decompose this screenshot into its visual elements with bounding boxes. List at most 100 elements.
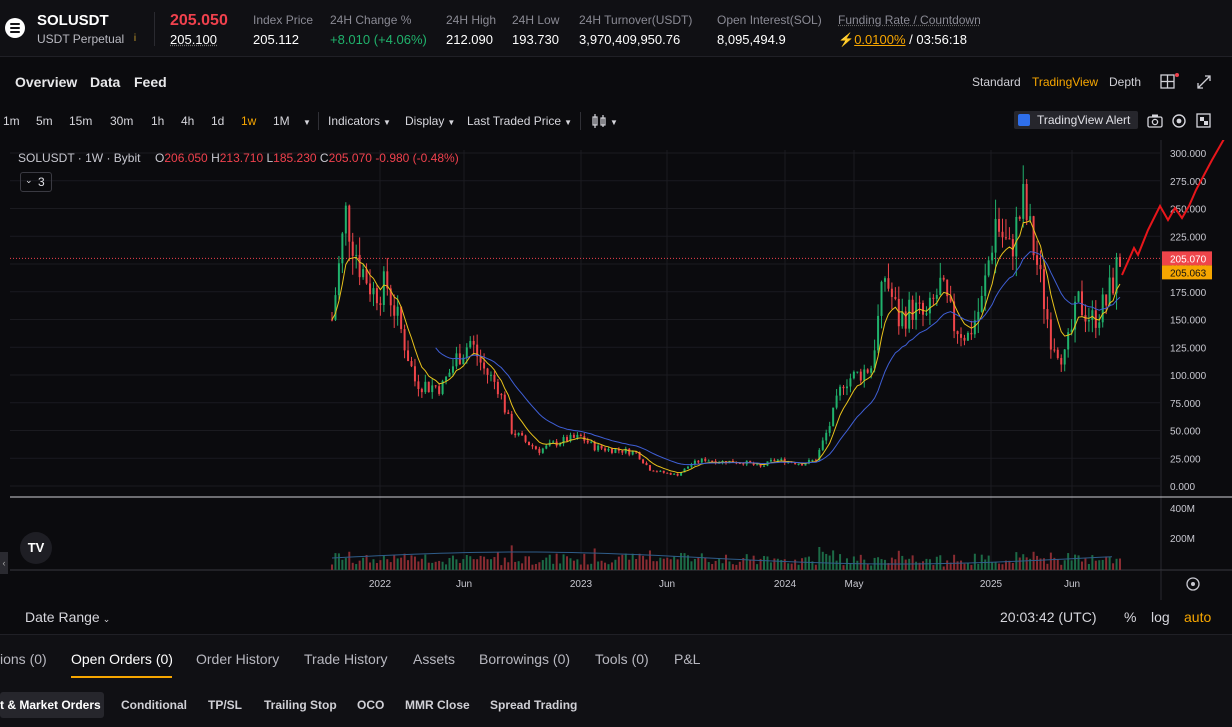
date-range-button[interactable]: Date Range ⌄ <box>25 609 110 625</box>
volume-bar <box>417 561 420 570</box>
percent-scale-toggle[interactable]: % <box>1124 609 1136 625</box>
candle-body <box>1036 255 1039 265</box>
timeframe-4h[interactable]: 4h <box>181 114 194 128</box>
volume-bar <box>977 563 980 570</box>
auto-scale-toggle[interactable]: auto <box>1184 609 1211 625</box>
layout-grid-icon[interactable] <box>1160 74 1176 90</box>
fullscreen-icon[interactable] <box>1196 74 1212 90</box>
volume-bar <box>956 561 959 570</box>
symbol-name[interactable]: SOLUSDT <box>37 12 109 29</box>
timeframe-15m[interactable]: 15m <box>69 114 92 128</box>
candle-body <box>614 449 617 453</box>
candle-body <box>887 278 890 289</box>
divider <box>154 12 155 46</box>
timeframe-1w[interactable]: 1w <box>241 114 256 128</box>
subtab-conditional[interactable]: Conditional <box>121 698 187 712</box>
view-standard[interactable]: Standard <box>972 75 1021 89</box>
timeframe-dropdown-icon[interactable]: ▼ <box>300 114 311 128</box>
volume-bar <box>721 563 724 570</box>
candle-body <box>642 459 645 464</box>
volume-bar <box>922 561 924 570</box>
timeframe-1h[interactable]: 1h <box>151 114 164 128</box>
candle-body <box>693 460 696 465</box>
volume-bar <box>579 564 582 570</box>
indicators-dropdown[interactable]: Indicators ▼ <box>328 114 391 128</box>
volume-bar <box>680 552 683 570</box>
volume-bar <box>489 559 492 570</box>
timeframe-30m[interactable]: 30m <box>110 114 133 128</box>
x-tick-label: Jun <box>456 579 472 590</box>
candle-body <box>472 340 475 345</box>
log-scale-toggle[interactable]: log <box>1151 609 1170 625</box>
tab-borrowings[interactable]: Borrowings (0) <box>479 651 570 667</box>
subtab-limit-market-orders[interactable]: t & Market Orders <box>0 692 104 718</box>
tab-positions[interactable]: ions (0) <box>0 651 47 667</box>
tab-open-orders[interactable]: Open Orders (0) <box>71 651 173 667</box>
mark-price[interactable]: 205.100 <box>170 32 217 47</box>
expand-icon[interactable] <box>1196 113 1212 129</box>
open-interest-label: Open Interest(SOL) <box>717 13 822 27</box>
tradingview-logo-icon[interactable]: TV <box>20 532 52 564</box>
tab-data[interactable]: Data <box>90 74 120 90</box>
timeframe-5m[interactable]: 5m <box>36 114 53 128</box>
tab-trade-history[interactable]: Trade History <box>304 651 388 667</box>
camera-icon[interactable] <box>1147 113 1163 128</box>
funding-label[interactable]: Funding Rate / Countdown <box>838 13 981 27</box>
tab-overview[interactable]: Overview <box>15 74 77 90</box>
timeframe-1d[interactable]: 1d <box>211 114 224 128</box>
volume-bar <box>479 555 482 570</box>
display-dropdown[interactable]: Display ▼ <box>405 114 455 128</box>
tab-order-history[interactable]: Order History <box>196 651 279 667</box>
candle-body <box>700 458 703 463</box>
price-chart-svg[interactable]: 0.000 25.000 50.000 75.000 100.000 125.000 150… <box>0 124 1232 600</box>
tab-pnl[interactable]: P&L <box>674 651 700 667</box>
volume-bar <box>725 554 727 570</box>
subtab-tpsl[interactable]: TP/SL <box>208 698 242 712</box>
timeframe-1m[interactable]: 1m <box>3 114 20 128</box>
volume-bar <box>763 555 766 570</box>
info-icon[interactable]: i <box>130 33 140 45</box>
low-label: 24H Low <box>512 13 560 27</box>
subtab-mmr-close[interactable]: MMR Close <box>405 698 470 712</box>
volume-bar <box>597 561 600 570</box>
candle-body <box>413 366 416 382</box>
candle-body <box>375 288 378 304</box>
settings-icon[interactable] <box>1171 113 1187 129</box>
candle-body <box>676 473 679 476</box>
tab-assets[interactable]: Assets <box>413 651 455 667</box>
candle-body <box>821 440 824 450</box>
volume-bar <box>953 554 956 570</box>
timeframe-1M[interactable]: 1M <box>273 114 290 128</box>
candle-body <box>365 269 368 284</box>
tab-tools[interactable]: Tools (0) <box>595 651 649 667</box>
volume-bar <box>555 553 558 570</box>
price-chart[interactable]: 0.000 25.000 50.000 75.000 100.000 125.000 150… <box>0 124 1232 600</box>
tab-feed[interactable]: Feed <box>134 74 167 90</box>
tradingview-alert-button[interactable]: TradingView Alert <box>1014 111 1138 129</box>
subtab-spread-trading[interactable]: Spread Trading <box>490 698 577 712</box>
subtab-oco[interactable]: OCO <box>357 698 384 712</box>
view-depth[interactable]: Depth <box>1109 75 1141 89</box>
candle-type-dropdown-icon[interactable]: ▼ <box>607 114 618 128</box>
volume-tick-label: 200M <box>1170 534 1195 545</box>
indicator-collapse-button[interactable]: ⌄ 3 <box>20 172 52 192</box>
volume-bar <box>635 558 638 570</box>
funding-rate[interactable]: 0.0100% <box>854 32 905 47</box>
volume-bar <box>1011 562 1014 570</box>
subtab-trailing-stop[interactable]: Trailing Stop <box>264 698 337 712</box>
candle-type-icon[interactable] <box>591 114 607 128</box>
price-type-dropdown[interactable]: Last Traded Price ▼ <box>467 114 572 128</box>
collapse-left-icon[interactable]: ‹ <box>0 552 8 574</box>
view-tradingview[interactable]: TradingView <box>1032 75 1098 89</box>
candle-body <box>420 388 423 393</box>
active-tab-indicator <box>71 676 172 678</box>
contract-type: USDT Perpetual <box>37 32 125 46</box>
volume-bar <box>825 553 828 570</box>
volume-bar <box>486 559 489 570</box>
candle-body <box>572 434 575 438</box>
candle-body <box>566 437 569 442</box>
utc-clock[interactable]: 20:03:42 (UTC) <box>1000 609 1096 625</box>
volume-bar <box>410 555 413 570</box>
candle-body <box>852 371 855 379</box>
candle-body <box>662 470 665 473</box>
